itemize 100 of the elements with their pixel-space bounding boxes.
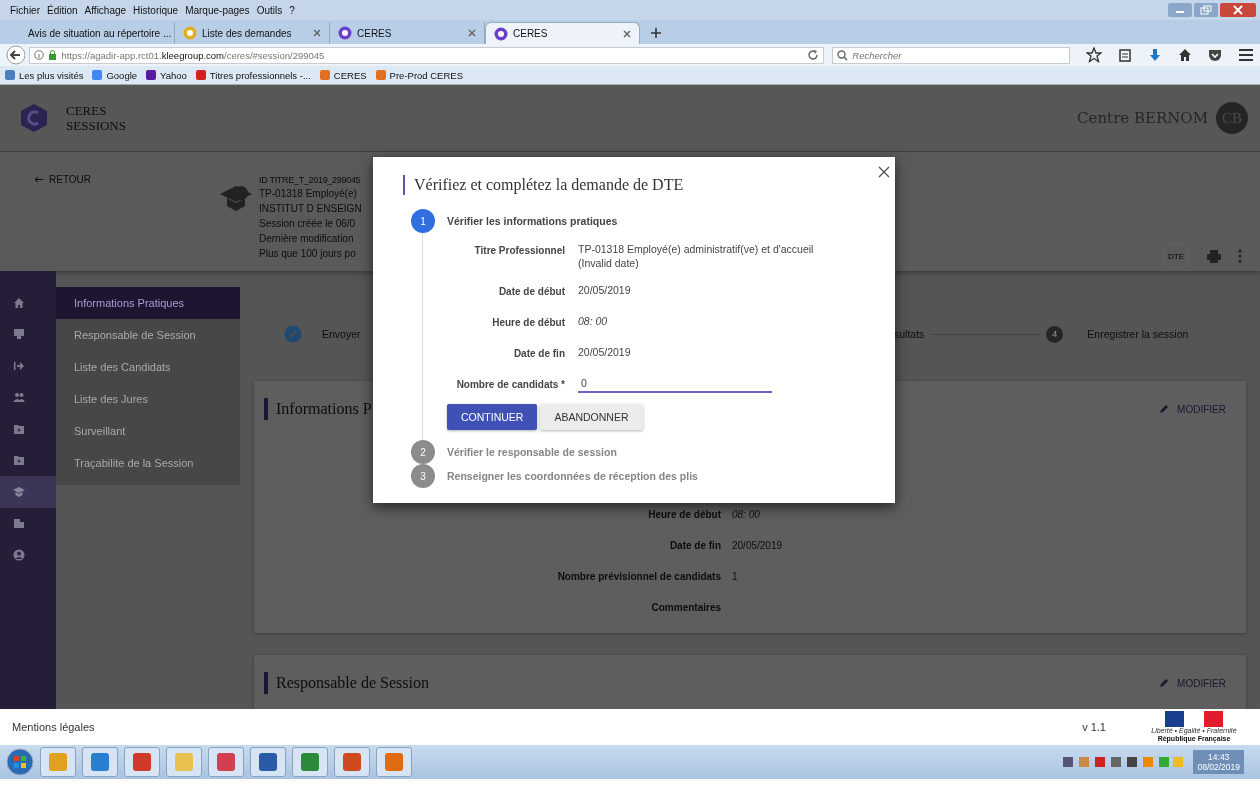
taskbar-app-button[interactable]: [334, 747, 370, 777]
app-icon: [385, 753, 403, 771]
back-arrow-icon: [34, 176, 43, 183]
menu-item[interactable]: Marque-pages: [185, 4, 250, 16]
bookmark-link[interactable]: Les plus visités: [4, 69, 84, 81]
browser-tab[interactable]: CERES: [485, 22, 640, 44]
nav-item[interactable]: Responsable de Session: [56, 319, 240, 351]
restore-button[interactable]: [1194, 3, 1218, 17]
lock-icon: [48, 50, 58, 60]
taskbar-app-button[interactable]: [82, 747, 118, 777]
menu-icon[interactable]: [1238, 48, 1254, 62]
step-number: 1: [411, 209, 435, 233]
step-number: 3: [411, 464, 435, 488]
bookmark-link[interactable]: Yahoo: [145, 69, 187, 81]
clipboard-icon[interactable]: [1118, 48, 1132, 62]
star-icon[interactable]: [1086, 47, 1102, 63]
field-value: 08: 00: [578, 314, 609, 328]
site-icon: [183, 26, 197, 40]
site-icon: [318, 69, 331, 81]
field-value: 20/05/2019: [578, 283, 632, 297]
menu-item[interactable]: ?: [289, 4, 295, 16]
app-icon: [91, 753, 109, 771]
step-label[interactable]: Renseigner les coordonnées de réception des plis: [447, 470, 698, 482]
app-icon: [259, 753, 277, 771]
minimize-button[interactable]: [1168, 3, 1192, 17]
session-detail: INSTITUT D ENSEIGN: [259, 202, 363, 216]
home-icon[interactable]: [1178, 48, 1192, 62]
nav-item[interactable]: Liste des Jures: [56, 383, 240, 415]
session-detail: Plus que 100 jours po: [259, 247, 357, 261]
restore-icon: [1200, 5, 1212, 15]
menu-item[interactable]: Historique: [133, 4, 179, 16]
step-label: Enregistrer la session: [1087, 328, 1189, 340]
app-icon: [133, 753, 151, 771]
session-id: ID TITRE_T_2019_299045: [259, 174, 362, 186]
info-icon: [34, 50, 45, 60]
pencil-icon: [1159, 404, 1170, 414]
field-label: Titre Professionnel: [473, 244, 565, 258]
logo-icon: [20, 103, 48, 133]
nav-item[interactable]: Traçabilite de la Session: [56, 447, 240, 479]
menu-item[interactable]: Outils: [256, 4, 283, 16]
taskbar-app-button[interactable]: [124, 747, 160, 777]
bookmark-link[interactable]: Google: [91, 69, 138, 81]
close-icon: [1232, 5, 1244, 15]
search-field[interactable]: Rechercher: [832, 46, 1070, 64]
continue-button[interactable]: CONTINUER: [447, 404, 538, 430]
taskbar-app-button[interactable]: [292, 747, 328, 777]
nav-item[interactable]: Liste des Candidats: [56, 351, 240, 383]
more-icon[interactable]: [1238, 249, 1242, 263]
graduation-cap-icon: [13, 485, 25, 498]
site-icon: [338, 26, 352, 40]
field-label: Commentaires: [650, 601, 721, 615]
start-button[interactable]: [6, 748, 34, 776]
pencil-step-icon: [284, 325, 302, 343]
session-detail: Session créée le 06/0: [259, 217, 357, 231]
building-icon: [13, 517, 25, 530]
taskbar-app-button[interactable]: [250, 747, 286, 777]
legal-link[interactable]: Mentions légales: [12, 721, 95, 733]
menu-item[interactable]: Fichier: [10, 4, 40, 16]
site-icon: [374, 69, 387, 81]
app-icon: [175, 753, 193, 771]
field-label: Date de fin: [668, 539, 721, 553]
reload-icon[interactable]: [807, 49, 820, 61]
app-name: CERES SESSIONS: [66, 103, 126, 133]
step-label[interactable]: Vérifier le responsable de session: [447, 446, 617, 458]
field-label: Date de début: [497, 285, 565, 299]
home-icon: [13, 296, 25, 309]
search-icon: [837, 49, 849, 61]
address-field[interactable]: https://agadir-app.rct01.kleegroup.com/ceres/#session/299045: [29, 46, 825, 64]
taskbar-app-button[interactable]: [208, 747, 244, 777]
close-icon[interactable]: [878, 166, 890, 178]
close-icon[interactable]: [623, 29, 631, 38]
step-label[interactable]: Vérifier les informations pratiques: [447, 215, 618, 227]
session-detail: Dernière modification: [259, 232, 355, 246]
field-value: 20/05/2019: [578, 345, 632, 359]
close-icon[interactable]: [313, 29, 321, 37]
step-label: Envoyer: [322, 328, 362, 340]
sidebar-icon-button[interactable]: [0, 476, 56, 508]
download-icon[interactable]: [1148, 48, 1162, 62]
nav-item[interactable]: Informations Pratiques: [56, 287, 240, 319]
bookmark-link[interactable]: CERES: [318, 69, 367, 81]
dialog-title: Vérifiez et complétez la demande de DTE: [403, 175, 875, 195]
app-icon: [217, 753, 235, 771]
menu-item[interactable]: Affichage: [84, 4, 127, 16]
pocket-icon[interactable]: [1208, 48, 1222, 62]
user-icon: [13, 548, 25, 561]
people-icon: [13, 391, 25, 404]
bookmark-link[interactable]: Titres professionnels -...: [194, 69, 311, 81]
back-icon[interactable]: [6, 45, 26, 65]
pencil-icon: [1159, 678, 1170, 688]
nav-item[interactable]: Surveillant: [56, 415, 240, 447]
new-tab-icon[interactable]: [650, 27, 662, 39]
taskbar-app-button[interactable]: [376, 747, 412, 777]
app-icon: [301, 753, 319, 771]
site-icon: [145, 69, 158, 81]
close-button[interactable]: [1220, 3, 1256, 17]
menu-item[interactable]: Édition: [47, 4, 78, 16]
site-icon: [194, 69, 207, 81]
bookmark-link[interactable]: Pre-Prod CERES: [374, 69, 463, 81]
close-icon[interactable]: [468, 29, 476, 37]
cancel-button[interactable]: ABANDONNER: [540, 404, 643, 430]
